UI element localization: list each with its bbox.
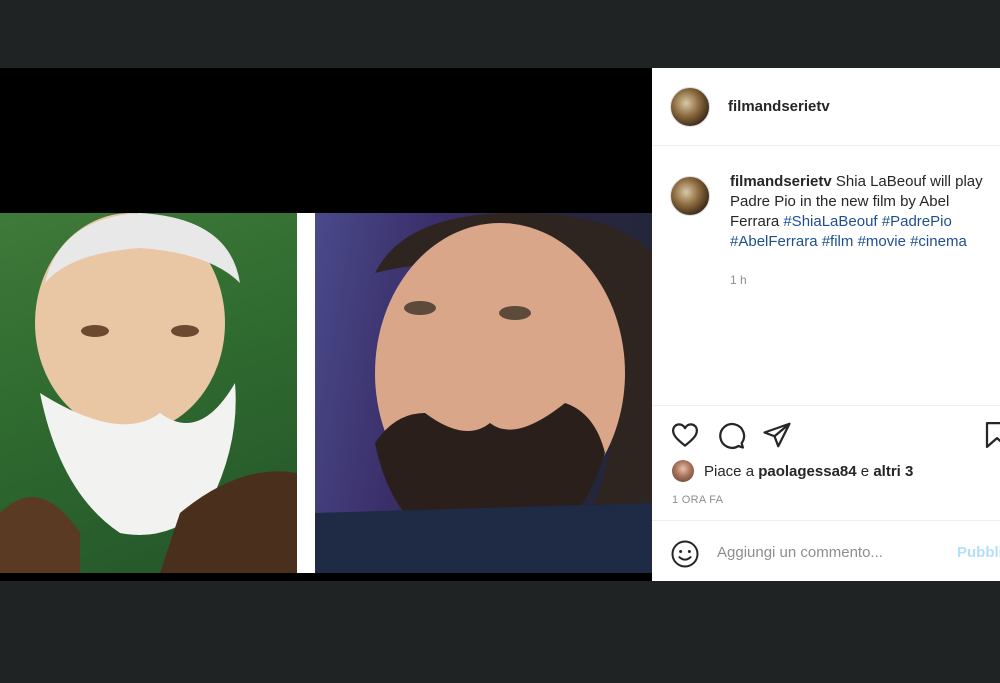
emoji-icon[interactable]	[670, 539, 700, 574]
comment-input[interactable]: Aggiungi un commento...	[717, 544, 883, 561]
share-icon[interactable]	[762, 420, 792, 455]
bookmark-icon[interactable]	[982, 420, 1000, 455]
hashtag-link[interactable]: #cinema	[910, 233, 967, 250]
caption: filmandserietv Shia LaBeouf will play Pa…	[670, 172, 1000, 290]
post-media[interactable]	[0, 68, 652, 581]
hashtag-link[interactable]: #movie	[858, 233, 906, 250]
likes-prefix: Piace a	[704, 462, 755, 480]
post-comment-button[interactable]: Pubblica	[957, 544, 1000, 561]
likes-others-link[interactable]: altri 3	[873, 463, 913, 480]
post-sidebar: filmandserietv filmandserietv Shia LaBeo…	[652, 68, 1000, 581]
caption-avatar[interactable]	[670, 176, 710, 216]
likes-mid: e	[860, 462, 870, 480]
image-left-panel	[0, 213, 297, 573]
post-image	[0, 213, 652, 573]
post-modal: filmandserietv filmandserietv Shia LaBeo…	[0, 68, 1000, 581]
hashtag-link[interactable]: #AbelFerrara	[730, 233, 818, 250]
avatar[interactable]	[670, 86, 710, 127]
action-bar	[652, 405, 1000, 466]
post-header: filmandserietv	[652, 68, 1000, 146]
caption-time[interactable]: 1 h	[730, 270, 1000, 290]
header-username[interactable]: filmandserietv	[728, 98, 830, 115]
image-right-panel	[315, 213, 652, 573]
hashtag-link[interactable]: #PadrePio	[882, 213, 952, 230]
comment-icon[interactable]	[716, 420, 746, 455]
hashtag-link[interactable]: #film	[822, 233, 854, 250]
caption-username[interactable]: filmandserietv	[730, 173, 832, 190]
hashtag-link[interactable]: #ShiaLaBeouf	[783, 213, 877, 230]
liker-avatar[interactable]	[672, 460, 694, 482]
likes-summary: Piace a paolagessa84 e altri 3	[672, 460, 913, 482]
post-timestamp[interactable]: 1 ORA FA	[672, 494, 723, 506]
liker-username[interactable]: paolagessa84	[758, 463, 856, 480]
comment-bar: Aggiungi un commento... Pubblica	[652, 520, 1000, 581]
caption-body: filmandserietv Shia LaBeouf will play Pa…	[730, 172, 1000, 290]
heart-icon[interactable]	[670, 420, 700, 455]
